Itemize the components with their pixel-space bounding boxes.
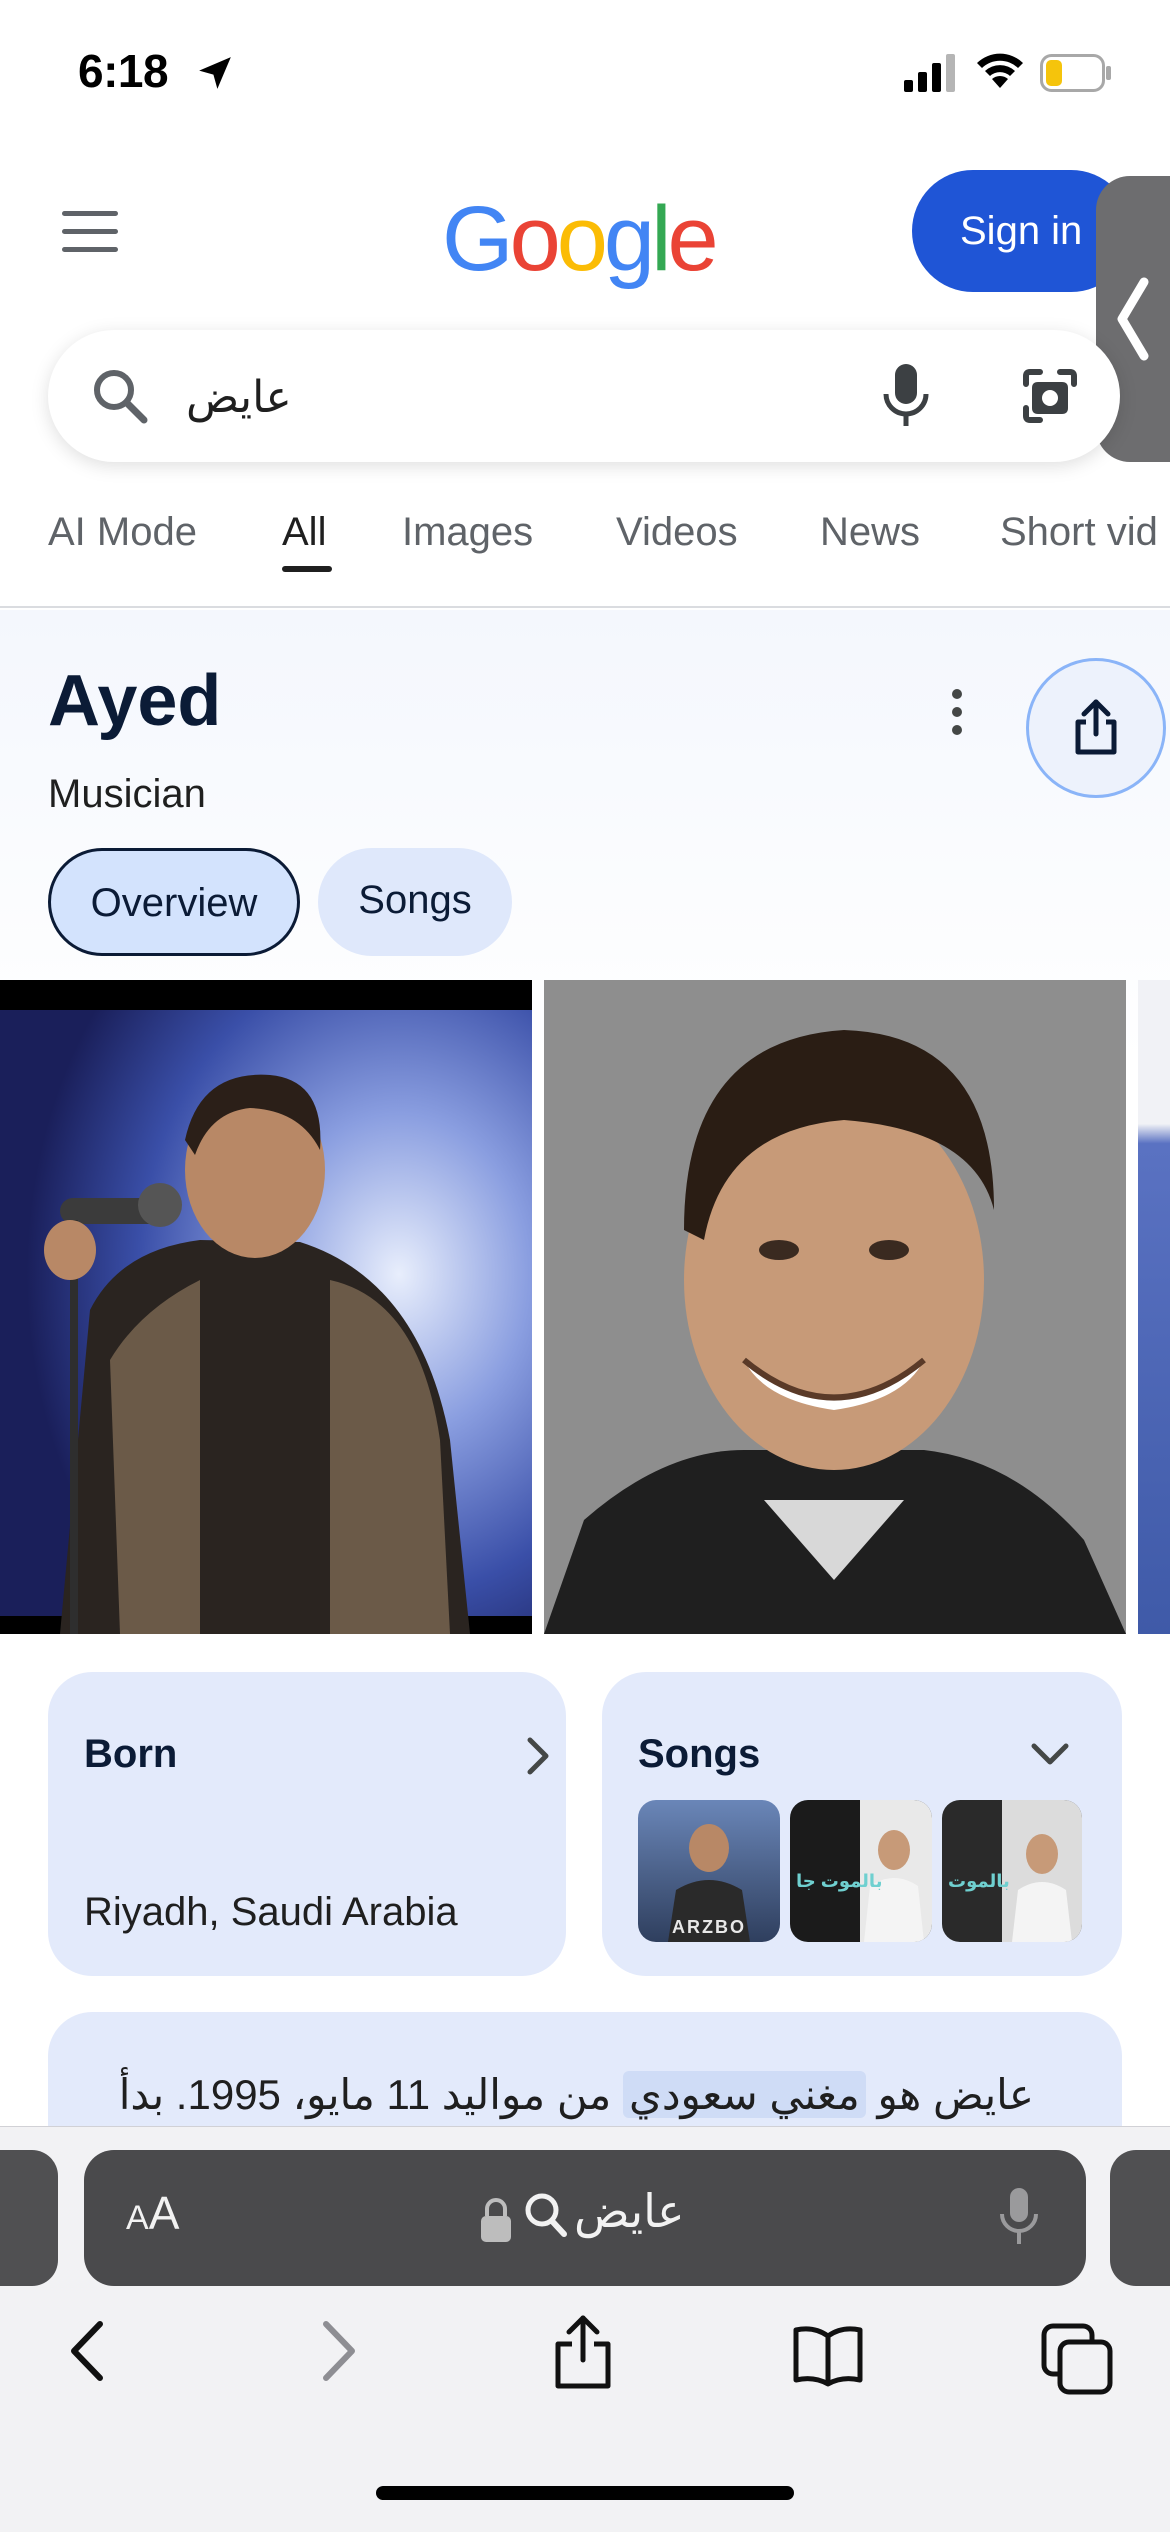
chevron-left-icon xyxy=(1117,277,1149,361)
status-time: 6:18 xyxy=(78,45,169,97)
search-icon xyxy=(94,370,148,424)
songs-card[interactable]: Songs ARZBO بالموت جا بالموت xyxy=(602,1672,1122,1976)
tabs-icon[interactable] xyxy=(1040,2322,1114,2396)
description-text-part: من مواليد 11 مايو، 1995. بدأ xyxy=(118,2071,623,2118)
song-thumbnail-label: ARZBO xyxy=(672,1917,746,1937)
microphone-icon[interactable] xyxy=(996,2184,1042,2250)
home-indicator xyxy=(376,2486,794,2500)
share-icon[interactable] xyxy=(548,2312,618,2392)
entity-title: Ayed xyxy=(48,661,222,741)
entity-subtitle: Musician xyxy=(48,772,206,816)
more-options-icon[interactable] xyxy=(940,684,974,740)
next-tab-preview[interactable] xyxy=(1110,2150,1170,2286)
address-text[interactable]: عايض xyxy=(574,2184,685,2238)
artist-photo-partial[interactable] xyxy=(1138,980,1170,1634)
description-text: عايض هو مغني سعودي من مواليد 11 مايو، 19… xyxy=(119,2070,1034,2119)
search-tabs: AI Mode All Images Videos News Short vid xyxy=(0,490,1170,608)
song-thumbnail-label: بالموت xyxy=(948,1871,1010,1891)
tab-short-videos[interactable]: Short vid xyxy=(1000,510,1158,555)
wifi-icon xyxy=(977,53,1023,88)
song-thumbnail[interactable]: بالموت xyxy=(942,1800,1082,1942)
aa-small: A xyxy=(126,2199,149,2237)
previous-tab-preview[interactable] xyxy=(0,2150,58,2286)
tab-news[interactable]: News xyxy=(820,510,920,555)
search-input[interactable]: عايض xyxy=(186,366,586,430)
description-text-part: عايض هو xyxy=(865,2071,1034,2118)
google-logo[interactable]: Google xyxy=(442,186,732,292)
born-card[interactable]: Born Riyadh, Saudi Arabia xyxy=(48,1672,566,1976)
google-lens-camera-icon[interactable] xyxy=(1018,364,1082,428)
tab-all[interactable]: All xyxy=(282,510,326,555)
battery-icon xyxy=(1040,54,1111,92)
chip-overview[interactable]: Overview xyxy=(48,848,300,956)
hamburger-menu-icon[interactable] xyxy=(56,205,126,261)
tab-images[interactable]: Images xyxy=(402,510,533,555)
artist-photo-portrait[interactable] xyxy=(544,980,1126,1634)
born-card-title: Born xyxy=(84,1732,178,1776)
bookmarks-icon[interactable] xyxy=(790,2324,866,2388)
voice-search-mic-icon[interactable] xyxy=(878,362,934,430)
chevron-down-icon[interactable] xyxy=(1028,1738,1072,1768)
born-card-value: Riyadh, Saudi Arabia xyxy=(84,1890,458,1934)
artist-photo-stage[interactable] xyxy=(0,980,532,1634)
active-tab-indicator xyxy=(282,566,332,572)
location-arrow-icon xyxy=(199,57,231,89)
lock-icon xyxy=(481,2198,511,2242)
reader-aa-button[interactable]: AA xyxy=(126,2186,179,2240)
tab-videos[interactable]: Videos xyxy=(616,510,738,555)
share-icon xyxy=(1075,699,1117,755)
aa-large: A xyxy=(148,2187,180,2239)
song-thumbnail[interactable]: ARZBO xyxy=(638,1800,780,1942)
share-button[interactable] xyxy=(1026,658,1166,798)
cellular-signal-icon xyxy=(904,54,955,92)
chevron-right-icon xyxy=(527,1737,549,1775)
search-icon xyxy=(525,2193,567,2237)
song-thumbnail-label: بالموت جا xyxy=(796,1871,883,1891)
chip-songs[interactable]: Songs xyxy=(318,848,512,956)
back-icon[interactable] xyxy=(64,2318,110,2384)
song-thumbnail[interactable]: بالموت جا xyxy=(790,1800,932,1942)
tab-ai-mode[interactable]: AI Mode xyxy=(48,510,197,555)
description-highlight[interactable]: مغني سعودي xyxy=(622,2071,866,2118)
songs-card-title: Songs xyxy=(638,1732,761,1776)
forward-icon[interactable] xyxy=(316,2318,362,2384)
